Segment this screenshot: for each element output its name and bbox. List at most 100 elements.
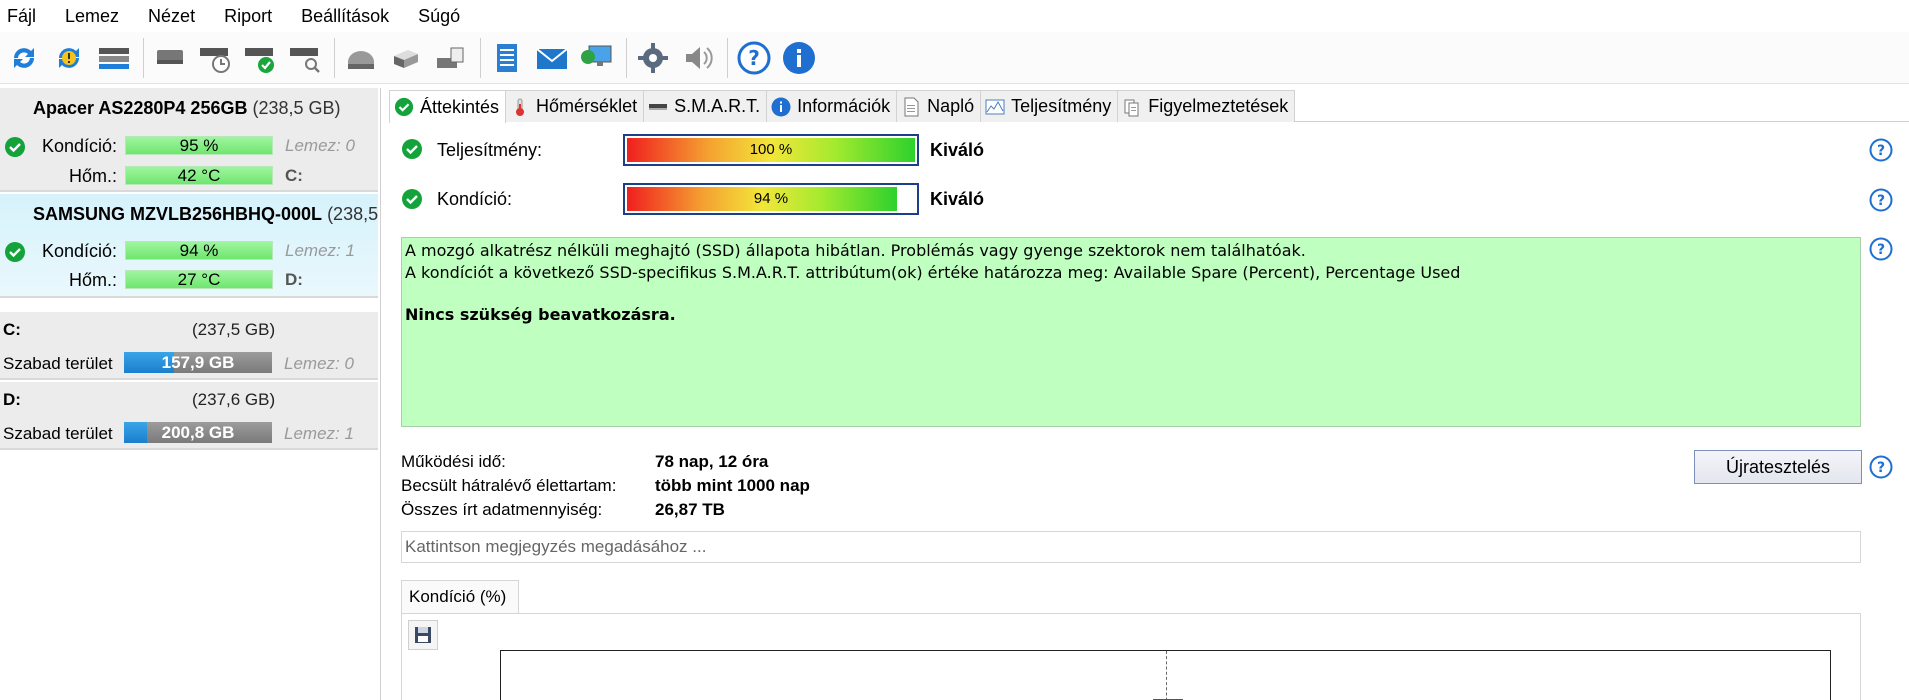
disk-index: Lemez: 1 — [284, 424, 354, 443]
svg-text:?: ? — [1877, 193, 1885, 209]
hdd-icon — [348, 50, 374, 69]
chart-gridline — [1166, 651, 1167, 700]
disk-sidebar: Apacer AS2280P4 256GB (238,5 GB) Kondíci… — [0, 88, 381, 700]
condition-label: Kondíció: — [41, 241, 117, 261]
temperature-label: Hőm.: — [68, 166, 117, 186]
hdd-button[interactable] — [341, 36, 381, 80]
disk-card-samsung[interactable]: SAMSUNG MZVLB256HBHQ-000L (238,5 Kondíci… — [0, 194, 378, 298]
drive-letter: C: — [285, 166, 303, 185]
temperature-bar: 27 °C — [125, 270, 273, 289]
retest-button[interactable]: Újratesztelés — [1694, 450, 1862, 484]
toolbar-separator — [334, 37, 335, 78]
network-monitor-button[interactable] — [577, 36, 617, 80]
free-space-bar: 200,8 GB — [124, 422, 272, 443]
volume-card-d[interactable]: D: (237,6 GB) Szabad terület 200,8 GB Le… — [0, 382, 378, 450]
temperature-bar: 42 °C — [125, 166, 273, 185]
tab-temperature[interactable]: Hőmérséklet — [505, 90, 645, 122]
main-panel: Áttekintés Hőmérséklet S.M.A.R.T. Inform… — [389, 88, 1909, 700]
toolbar-separator — [143, 37, 144, 78]
disk-index: Lemez: 0 — [285, 136, 355, 155]
disk-card-apacer[interactable]: Apacer AS2280P4 256GB (238,5 GB) Kondíci… — [0, 88, 378, 192]
disk-test-button[interactable] — [150, 36, 190, 80]
toolbar-separator — [480, 37, 481, 78]
help-icon[interactable]: ? — [1869, 455, 1893, 479]
disk-schedule-button[interactable] — [195, 36, 235, 80]
help-icon: ? — [737, 41, 771, 74]
uptime-label: Működési idő: — [401, 452, 506, 471]
performance-value: 100 % — [749, 141, 793, 158]
disk-schedule-icon — [200, 47, 230, 73]
volume-card-c[interactable]: C: (237,5 GB) Szabad terület 157,9 GB Le… — [0, 312, 378, 380]
total-written-value: 26,87 TB — [655, 500, 725, 519]
condition-rating: Kiváló — [930, 189, 985, 209]
tab-label: Információk — [797, 96, 891, 116]
notes-icon — [497, 43, 517, 72]
tab-log[interactable]: Napló — [896, 90, 982, 122]
disk-title: SAMSUNG MZVLB256HBHQ-000L (238,5 — [33, 204, 379, 224]
help-icon[interactable]: ? — [1869, 138, 1893, 162]
refresh-icon — [14, 47, 34, 68]
tab-information[interactable]: Információk — [766, 90, 898, 122]
status-line: A kondíciót a következő SSD-specifikus S… — [405, 263, 1461, 282]
menu-file[interactable]: Fájl — [7, 6, 36, 27]
disk-index: Lemez: 1 — [285, 241, 355, 260]
disk-export-button[interactable] — [431, 36, 471, 80]
tab-label: Hőmérséklet — [536, 96, 638, 116]
check-icon — [394, 97, 414, 117]
sound-button[interactable] — [678, 36, 718, 80]
notes-button[interactable] — [487, 36, 527, 80]
svg-text:?: ? — [1877, 460, 1885, 476]
menu-view[interactable]: Nézet — [148, 6, 195, 27]
tab-label: Áttekintés — [420, 96, 500, 117]
disk-ok-button[interactable] — [240, 36, 280, 80]
performance-label: Teljesítmény: — [437, 140, 543, 160]
tab-label: Figyelmeztetések — [1148, 96, 1289, 116]
volume-size: (237,6 GB) — [192, 390, 276, 409]
menu-report[interactable]: Riport — [224, 6, 272, 27]
usb-drive-button[interactable] — [386, 36, 426, 80]
disk-export-icon — [437, 47, 464, 68]
note-input[interactable] — [401, 531, 1861, 563]
disk-scan-button[interactable] — [285, 36, 325, 80]
tab-label: S.M.A.R.T. — [674, 96, 761, 116]
disk-test-icon — [157, 49, 183, 64]
menu-help[interactable]: Súgó — [418, 6, 460, 27]
tab-smart[interactable]: S.M.A.R.T. — [643, 90, 768, 122]
free-space-value: 200,8 GB — [161, 423, 235, 442]
help-icon[interactable]: ? — [1869, 237, 1893, 261]
speaker-icon — [686, 46, 713, 69]
refresh-button[interactable] — [4, 36, 44, 80]
info-icon — [771, 97, 791, 116]
uptime-value: 78 nap, 12 óra — [655, 452, 769, 471]
about-button[interactable] — [779, 36, 819, 80]
remaining-life-value: több mint 1000 nap — [655, 476, 810, 495]
refresh-warning-button[interactable] — [49, 36, 89, 80]
disk-list-button[interactable] — [94, 36, 134, 80]
menu-disk[interactable]: Lemez — [65, 6, 119, 27]
toolbar: ? — [0, 32, 1909, 84]
tab-performance[interactable]: Teljesítmény — [980, 90, 1119, 122]
remaining-life-label: Becsült hátralévő élettartam: — [401, 476, 617, 495]
toolbar-separator — [727, 37, 728, 78]
help-button[interactable]: ? — [734, 36, 774, 80]
status-message-box: A mozgó alkatrész nélküli meghajtó (SSD)… — [401, 237, 1861, 427]
tab-warnings[interactable]: Figyelmeztetések — [1117, 90, 1296, 122]
tab-condition-chart[interactable]: Kondíció (%) — [401, 580, 519, 614]
tab-overview[interactable]: Áttekintés — [389, 90, 507, 123]
svg-text:?: ? — [1877, 143, 1885, 159]
help-icon[interactable]: ? — [1869, 188, 1893, 212]
settings-gear-icon — [638, 42, 668, 73]
volume-letter: D: — [3, 390, 21, 409]
disk-icon — [649, 103, 668, 110]
check-icon — [402, 189, 422, 209]
save-chart-button[interactable] — [408, 620, 438, 650]
menu-settings[interactable]: Beállítások — [301, 6, 389, 27]
settings-button[interactable] — [633, 36, 673, 80]
disk-index: Lemez: 0 — [284, 354, 354, 373]
condition-value: 94 % — [753, 190, 789, 207]
save-icon — [415, 627, 431, 643]
condition-bar: 95 % — [125, 136, 273, 155]
toolbar-separator — [626, 37, 627, 78]
disk-ok-icon — [245, 47, 274, 73]
email-button[interactable] — [532, 36, 572, 80]
